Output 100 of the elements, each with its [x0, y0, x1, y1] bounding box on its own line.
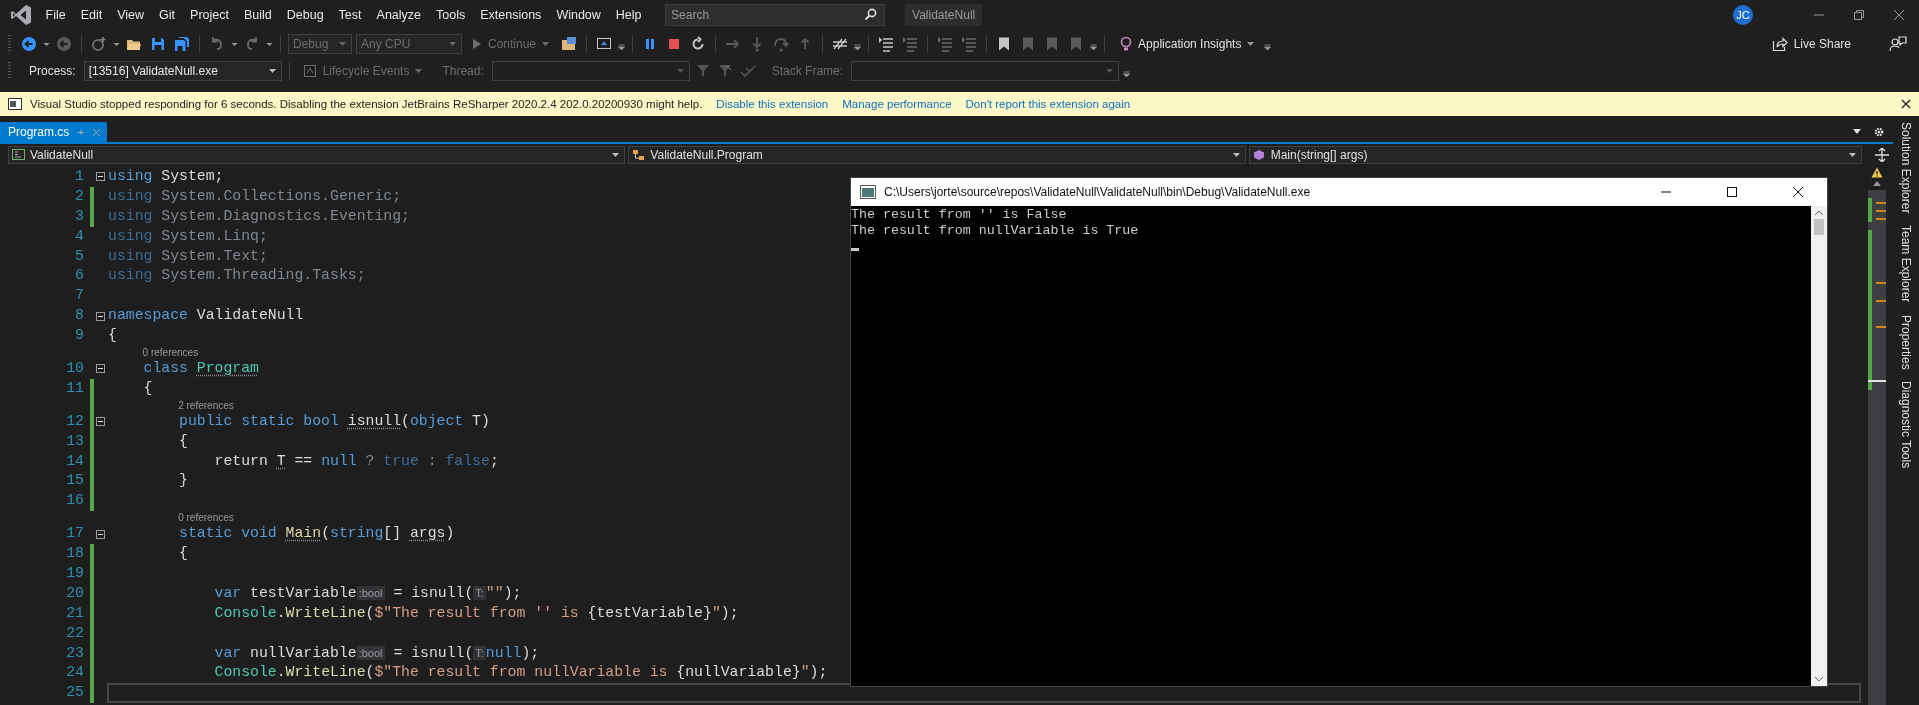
references-link[interactable]: 0 references: [142, 346, 199, 359]
references-link[interactable]: 0 references: [178, 511, 234, 525]
line-number: 16: [66, 491, 84, 511]
search-icon[interactable]: [864, 8, 878, 21]
references-link[interactable]: 2 references: [178, 398, 234, 412]
restore-icon[interactable]: [1853, 9, 1865, 21]
caret-icon: [268, 69, 276, 74]
line-number: 13: [66, 431, 84, 451]
line-number: 11: [66, 378, 84, 398]
screen-icon[interactable]: [596, 36, 613, 52]
dropdown-icon[interactable]: [1853, 129, 1861, 135]
side-tab[interactable]: Solution Explorer: [1899, 122, 1913, 214]
cursor-lines-icon[interactable]: [878, 36, 895, 52]
scroll-thumb[interactable]: [1814, 219, 1824, 235]
menu-item[interactable]: Test: [331, 4, 370, 26]
class-icon: [632, 148, 646, 161]
folder-icon[interactable]: [561, 36, 578, 52]
menu-item[interactable]: Extensions: [472, 4, 549, 26]
forward-icon[interactable]: [56, 36, 72, 52]
menu-item[interactable]: Tools: [428, 4, 473, 26]
code-line: {: [142, 378, 153, 398]
scroll-down-icon[interactable]: [1815, 676, 1823, 682]
menu-item[interactable]: File: [38, 4, 74, 26]
collapse-icon[interactable]: [96, 172, 105, 182]
menu-item[interactable]: Help: [608, 4, 650, 26]
line-number: 22: [66, 623, 84, 643]
info-link[interactable]: Manage performance: [842, 98, 952, 110]
code-line: public static bool isnull(object T): [178, 411, 490, 431]
check-icon[interactable]: [739, 64, 756, 78]
collapse-icon[interactable]: [96, 417, 105, 427]
line-number: 10: [66, 359, 84, 378]
code-line: {: [107, 326, 117, 346]
code-line: using System.Diagnostics.Eventing;: [107, 206, 410, 226]
project-dropdown[interactable]: ValidateNull: [8, 145, 626, 164]
line-number: 8: [75, 306, 84, 326]
close-icon[interactable]: [1792, 186, 1804, 198]
menu-item[interactable]: Window: [548, 4, 609, 26]
menu-item[interactable]: Analyze: [369, 4, 429, 26]
play-icon: [472, 38, 482, 50]
process-dropdown[interactable]: [13516] ValidateNull.exe: [83, 61, 282, 81]
collapse-icon[interactable]: [96, 364, 105, 374]
close-icon[interactable]: [1901, 99, 1911, 109]
redo-icon[interactable]: [244, 36, 260, 52]
scroll-up-icon[interactable]: [1815, 210, 1823, 216]
share-icon: [1771, 36, 1788, 52]
undo-icon[interactable]: [209, 36, 225, 52]
collapse-icon[interactable]: [96, 311, 105, 321]
lines-icon[interactable]: [902, 36, 919, 52]
code-line: }: [178, 471, 188, 491]
split-icon[interactable]: [1875, 147, 1889, 162]
line-number: 4: [75, 226, 84, 246]
collapse-icon[interactable]: [96, 529, 105, 539]
application-insights-button[interactable]: Application Insights: [1114, 33, 1261, 55]
member-dropdown[interactable]: Main(string[] args): [1248, 145, 1863, 164]
info-link[interactable]: Don't report this extension again: [965, 98, 1131, 110]
scroll-up-icon[interactable]: [1873, 180, 1881, 186]
side-tab[interactable]: Properties: [1899, 314, 1913, 370]
warning-icon: [1871, 167, 1883, 178]
feedback-icon[interactable]: [1889, 35, 1907, 53]
line-number: 25: [66, 683, 84, 703]
caret-icon: [612, 152, 620, 158]
scrollbar[interactable]: [1811, 206, 1827, 686]
logo-icon: [10, 4, 32, 26]
back-icon[interactable]: [21, 36, 37, 52]
menu-item[interactable]: Debug: [279, 4, 332, 26]
maximize-icon[interactable]: [1726, 186, 1738, 198]
method-icon: [1252, 148, 1266, 161]
settings-icon[interactable]: [1873, 126, 1885, 138]
save-all-icon[interactable]: [174, 36, 190, 52]
line-number: 14: [66, 451, 84, 471]
info-link[interactable]: Disable this extension: [716, 98, 829, 110]
menu-item[interactable]: View: [109, 4, 152, 26]
menu-item[interactable]: Git: [151, 4, 183, 26]
search-field[interactable]: Search: [665, 4, 886, 26]
code-line: return T == null ? true : false;: [213, 451, 499, 471]
lines-icon[interactable]: [937, 36, 954, 52]
line-number: 18: [66, 544, 84, 564]
line-number: 20: [66, 583, 84, 603]
new-project-icon[interactable]: [91, 36, 107, 52]
line-number: 24: [66, 663, 84, 683]
side-tab[interactable]: Diagnostic Tools: [1899, 381, 1913, 469]
side-tab[interactable]: Team Explorer: [1899, 225, 1913, 303]
code-line: {: [178, 544, 188, 564]
menu-item[interactable]: Project: [182, 4, 237, 26]
avatar[interactable]: JC: [1733, 5, 1753, 25]
save-icon[interactable]: [150, 36, 166, 52]
menu-item[interactable]: Edit: [73, 4, 110, 26]
menu-item[interactable]: Build: [236, 4, 280, 26]
arrow-icon[interactable]: [773, 36, 790, 52]
live-share-button[interactable]: Live Share: [1765, 33, 1857, 55]
window-icon: [8, 98, 22, 110]
code-line: using System;: [107, 167, 224, 186]
close-icon[interactable]: [1893, 9, 1905, 21]
line-number: 3: [75, 206, 84, 226]
caret-icon: [339, 42, 346, 47]
code-line: namespace ValidateNull: [107, 306, 304, 326]
line-number: 1: [75, 167, 84, 186]
type-dropdown[interactable]: ValidateNull.Program: [628, 145, 1246, 164]
hatch-icon[interactable]: [832, 36, 849, 52]
lines-icon[interactable]: [961, 36, 978, 52]
